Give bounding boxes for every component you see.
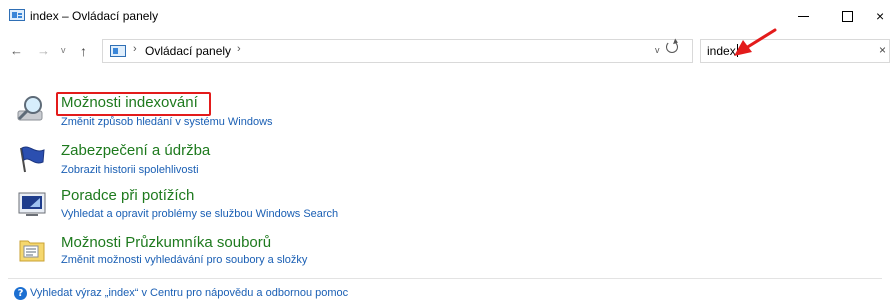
result-title[interactable]: Poradce při potížích: [61, 187, 194, 204]
forward-arrow-icon[interactable]: →: [37, 43, 50, 58]
up-arrow-icon[interactable]: ↑: [80, 43, 87, 59]
result-item-troubleshooting[interactable]: Poradce při potížích Vyhledat a opravit …: [0, 185, 890, 225]
result-title[interactable]: Možnosti Průzkumníka souborů: [61, 234, 271, 251]
result-item-security-maintenance[interactable]: Zabezpečení a údržba Zobrazit historii s…: [0, 140, 890, 180]
annotation-highlight-box: [56, 92, 211, 116]
window-title: index – Ovládací panely: [30, 9, 159, 23]
result-subtitle-link[interactable]: Změnit možnosti vyhledávání pro soubory …: [61, 254, 307, 266]
recent-locations-chevron-icon[interactable]: v: [61, 45, 66, 55]
result-subtitle-link[interactable]: Zobrazit historii spolehlivosti: [61, 164, 199, 176]
folder-options-icon: [19, 240, 45, 262]
result-subtitle-link[interactable]: Vyhledat a opravit problémy se službou W…: [61, 208, 338, 220]
divider: [8, 278, 882, 279]
search-input[interactable]: index ×: [700, 39, 890, 63]
refresh-icon[interactable]: [666, 41, 678, 53]
breadcrumb-chevron-icon[interactable]: ›: [237, 43, 241, 55]
control-panel-icon: [110, 45, 126, 57]
control-panel-icon: [9, 9, 25, 21]
close-button[interactable]: ×: [876, 6, 890, 26]
result-subtitle-link[interactable]: Změnit způsob hledání v systému Windows: [61, 116, 273, 128]
back-arrow-icon[interactable]: ←: [10, 43, 23, 58]
troubleshooter-icon: [18, 192, 46, 216]
breadcrumb[interactable]: Ovládací panely: [145, 44, 231, 58]
maximize-button[interactable]: [836, 6, 860, 26]
help-link-text[interactable]: Vyhledat výraz „index“ v Centru pro nápo…: [30, 287, 348, 299]
result-title[interactable]: Zabezpečení a údržba: [61, 142, 210, 159]
annotation-arrow-icon: [734, 28, 777, 56]
address-dropdown-icon[interactable]: v: [655, 45, 660, 55]
result-item-file-explorer-options[interactable]: Možnosti Průzkumníka souborů Změnit možn…: [0, 231, 890, 271]
breadcrumb-chevron-icon[interactable]: ›: [133, 43, 137, 55]
magnifier-icon: [17, 96, 43, 121]
clear-search-icon[interactable]: ×: [879, 43, 886, 57]
flag-icon: [20, 146, 45, 173]
address-bar[interactable]: › Ovládací panely › v: [102, 39, 693, 63]
help-icon: ?: [14, 287, 27, 300]
minimize-button[interactable]: [792, 6, 816, 26]
